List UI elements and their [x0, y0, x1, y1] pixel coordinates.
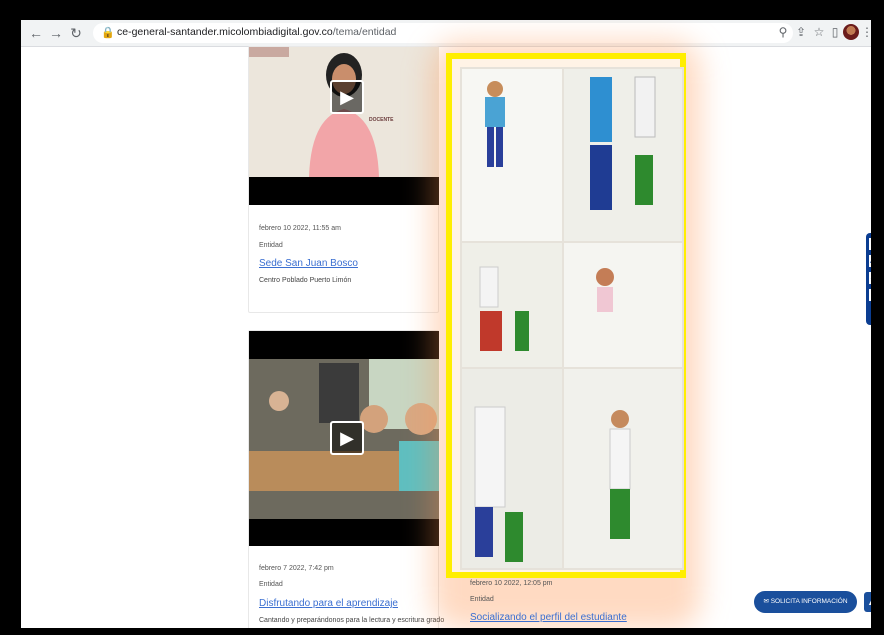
url-path: /tema/entidad	[332, 26, 397, 38]
post-description-2: Cantando y preparándonos para la lectura…	[259, 617, 445, 624]
post-title-link-1[interactable]: Sede San Juan Bosco	[259, 258, 358, 269]
screenshot-frame: ← → ↻ 🔒 ce-general-santander.micolombiad…	[0, 0, 884, 635]
address-bar[interactable]: 🔒 ce-general-santander.micolombiadigital…	[93, 23, 793, 43]
url-text: ce-general-santander.micolombiadigital.g…	[117, 26, 396, 38]
video-thumbnail-1[interactable]: DOCENTE ▶	[249, 47, 439, 205]
post-type-3: Entidad	[470, 596, 494, 603]
forward-arrow-icon[interactable]: →	[47, 24, 65, 42]
profile-avatar[interactable]	[843, 24, 859, 40]
menu-icon[interactable]: ⋮	[859, 24, 871, 40]
post-date-2: febrero 7 2022, 7:42 pm	[259, 565, 334, 572]
video-frame-1	[249, 47, 439, 205]
lock-icon: 🔒	[101, 27, 115, 39]
post-card-1: DOCENTE ▶	[248, 46, 439, 313]
url-domain: ce-general-santander.micolombiadigital.g…	[117, 26, 333, 38]
post-type-2: Entidad	[259, 581, 283, 588]
student-drawings-collage[interactable]	[460, 67, 684, 570]
decrease-font-icon[interactable]: a⁻	[869, 272, 871, 284]
play-button-icon[interactable]: ▶	[330, 421, 364, 455]
expand-icon[interactable]: ⤢	[869, 289, 871, 301]
highlight-box	[446, 53, 686, 578]
post-date-3: febrero 10 2022, 12:05 pm	[470, 580, 553, 587]
shirt-print: DOCENTE	[369, 117, 394, 123]
chat-icon: ✉	[763, 598, 771, 605]
request-info-label: SOLICITA INFORMACIÓN	[770, 598, 848, 605]
video-thumbnail-2[interactable]: ▶	[249, 331, 439, 546]
post-date-1: febrero 10 2022, 11:55 am	[259, 225, 341, 232]
contrast-icon[interactable]: ◐	[869, 238, 871, 250]
back-arrow-icon[interactable]: ←	[27, 24, 45, 42]
share-icon[interactable]: ⇪	[793, 24, 809, 40]
play-button-icon[interactable]: ▶	[330, 80, 364, 114]
post-title-link-3[interactable]: Socializando el perfil del estudiante	[470, 612, 627, 623]
star-icon[interactable]: ☆	[811, 24, 827, 40]
accessibility-toolbar: ◐ A⁺ a⁻ ⤢	[866, 233, 871, 325]
drawings-image	[460, 67, 684, 570]
scroll-top-icon[interactable]: ▲	[864, 592, 871, 612]
post-type-1: Entidad	[259, 242, 283, 249]
zoom-icon[interactable]: ⚲	[775, 24, 791, 40]
post-title-link-2[interactable]: Disfrutando para el aprendizaje	[259, 598, 398, 609]
post-description-1: Centro Poblado Puerto Limón	[259, 277, 352, 284]
increase-font-icon[interactable]: A⁺	[869, 255, 871, 267]
request-info-button[interactable]: ✉ SOLICITA INFORMACIÓN	[754, 591, 857, 613]
browser-window: ← → ↻ 🔒 ce-general-santander.micolombiad…	[21, 20, 871, 628]
tab-icon[interactable]: ▯	[827, 24, 843, 40]
reload-icon[interactable]: ↻	[67, 24, 85, 42]
